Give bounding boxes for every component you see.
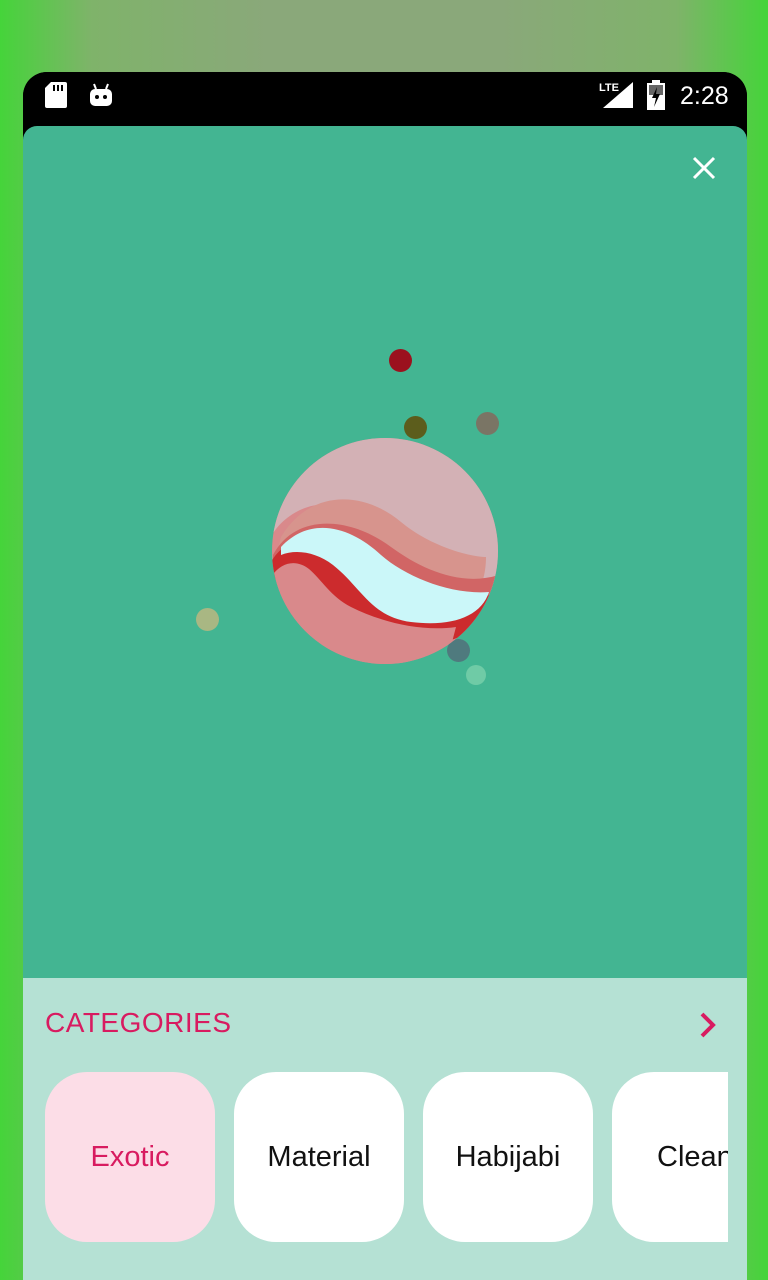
chevron-right-icon[interactable] bbox=[695, 1010, 721, 1040]
category-chip-material[interactable]: Material bbox=[234, 1072, 404, 1242]
category-label: Material bbox=[267, 1140, 371, 1173]
decoration-dot bbox=[389, 349, 412, 372]
theme-sphere-logo bbox=[272, 438, 498, 664]
decoration-dot bbox=[466, 665, 486, 685]
close-icon[interactable] bbox=[684, 148, 724, 188]
decoration-dot bbox=[404, 416, 427, 439]
clock: 2:28 bbox=[680, 82, 729, 110]
category-chip-exotic[interactable]: Exotic bbox=[45, 1072, 215, 1242]
decoration-dot bbox=[196, 608, 219, 631]
theme-preview bbox=[23, 126, 747, 978]
decoration-dot bbox=[476, 412, 499, 435]
categories-title: CATEGORIES bbox=[45, 1007, 232, 1038]
android-icon bbox=[90, 83, 112, 106]
category-chip-clean[interactable]: Clean bbox=[612, 1072, 728, 1242]
category-label: Exotic bbox=[90, 1140, 170, 1173]
sd-card-icon bbox=[45, 82, 67, 108]
battery-charging-icon bbox=[647, 80, 665, 110]
categories-panel: CATEGORIES Exotic Material Habijabi Clea… bbox=[23, 978, 747, 1280]
category-label: Clean bbox=[657, 1140, 728, 1173]
phone-screen: LTE 2:28 CATEGORIES Exotic Material Habi… bbox=[23, 72, 747, 1280]
category-label: Habijabi bbox=[455, 1140, 561, 1173]
category-list: Exotic Material Habijabi Clean bbox=[23, 1072, 728, 1242]
status-bar: LTE 2:28 bbox=[23, 72, 747, 126]
category-chip-habijabi[interactable]: Habijabi bbox=[423, 1072, 593, 1242]
signal-icon bbox=[603, 82, 633, 108]
